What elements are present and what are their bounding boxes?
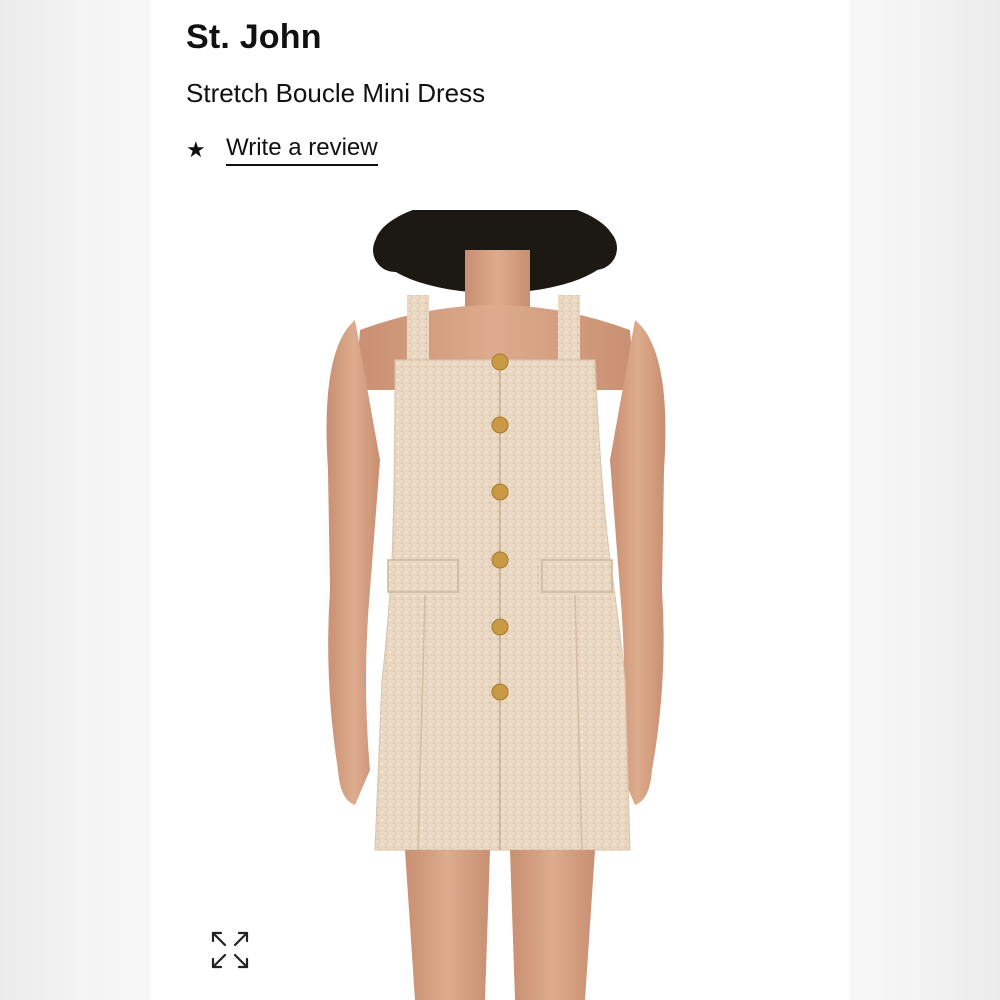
expand-arrows-icon bbox=[211, 931, 249, 969]
right-blur-background bbox=[850, 0, 1000, 1000]
left-blur-background bbox=[0, 0, 150, 1000]
product-image[interactable] bbox=[300, 210, 850, 1000]
product-panel: St. John Stretch Boucle Mini Dress ★ Wri… bbox=[150, 0, 850, 1000]
review-row: ★ Write a review bbox=[186, 134, 378, 166]
brand-name[interactable]: St. John bbox=[186, 18, 322, 57]
product-title: Stretch Boucle Mini Dress bbox=[186, 78, 486, 108]
write-review-link[interactable]: Write a review bbox=[226, 134, 378, 166]
expand-image-button[interactable] bbox=[205, 925, 255, 975]
star-icon: ★ bbox=[186, 137, 206, 162]
